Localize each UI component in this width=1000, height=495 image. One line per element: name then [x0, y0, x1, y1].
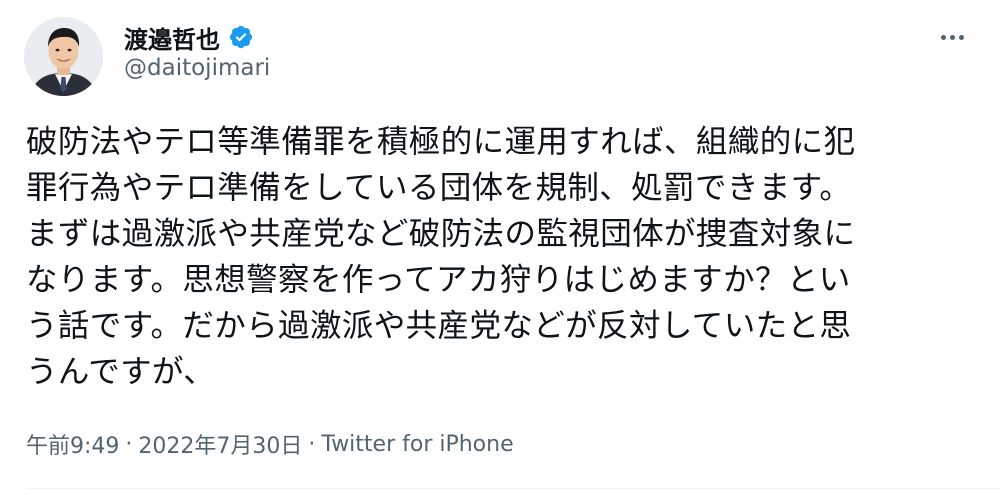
tweet-date[interactable]: 2022年7月30日	[138, 428, 302, 460]
avatar[interactable]	[24, 17, 103, 96]
tweet-time[interactable]: 午前9:49	[26, 428, 119, 460]
more-horizontal-icon	[958, 34, 964, 40]
tweet-card: 渡邉哲也 @daitojimari 破防法やテロ等準備罪を積極的に運用すれば、組…	[0, 0, 1000, 495]
tweet-text-line: う話です。だから過激派や共産党などが反対していたと思	[26, 308, 852, 344]
tweet-text-line: 破防法やテロ等準備罪を積極的に運用すれば、組織的に犯	[26, 124, 856, 160]
author-name-row: 渡邉哲也	[124, 20, 254, 54]
avatar-image	[24, 17, 103, 96]
tweet-source[interactable]: Twitter for iPhone	[321, 432, 513, 457]
tweet-text-line: 罪行為やテロ準備をしている団体を規制、処罰できます。	[26, 170, 852, 206]
divider	[26, 488, 1000, 489]
tweet-text-line: なります。思想警察を作ってアカ狩りはじめますか？とい	[26, 262, 851, 298]
more-options-button[interactable]	[932, 20, 972, 54]
author-handle[interactable]: @daitojimari	[124, 55, 270, 81]
tweet-text-line: まずは過激派や共産党など破防法の監視団体が捜査対象に	[26, 216, 856, 252]
display-name[interactable]: 渡邉哲也	[124, 20, 220, 55]
meta-separator: ·	[308, 431, 316, 457]
tweet-text: 破防法やテロ等準備罪を積極的に運用すれば、組織的に犯 罪行為やテロ準備をしている…	[26, 119, 974, 395]
verified-badge-icon	[228, 24, 254, 50]
more-horizontal-icon	[949, 34, 955, 40]
more-horizontal-icon	[940, 34, 946, 40]
tweet-metadata: 午前9:49 · 2022年7月30日 · Twitter for iPhone	[26, 428, 514, 460]
tweet-text-line: うんですが、	[26, 354, 216, 390]
meta-separator: ·	[125, 431, 133, 457]
